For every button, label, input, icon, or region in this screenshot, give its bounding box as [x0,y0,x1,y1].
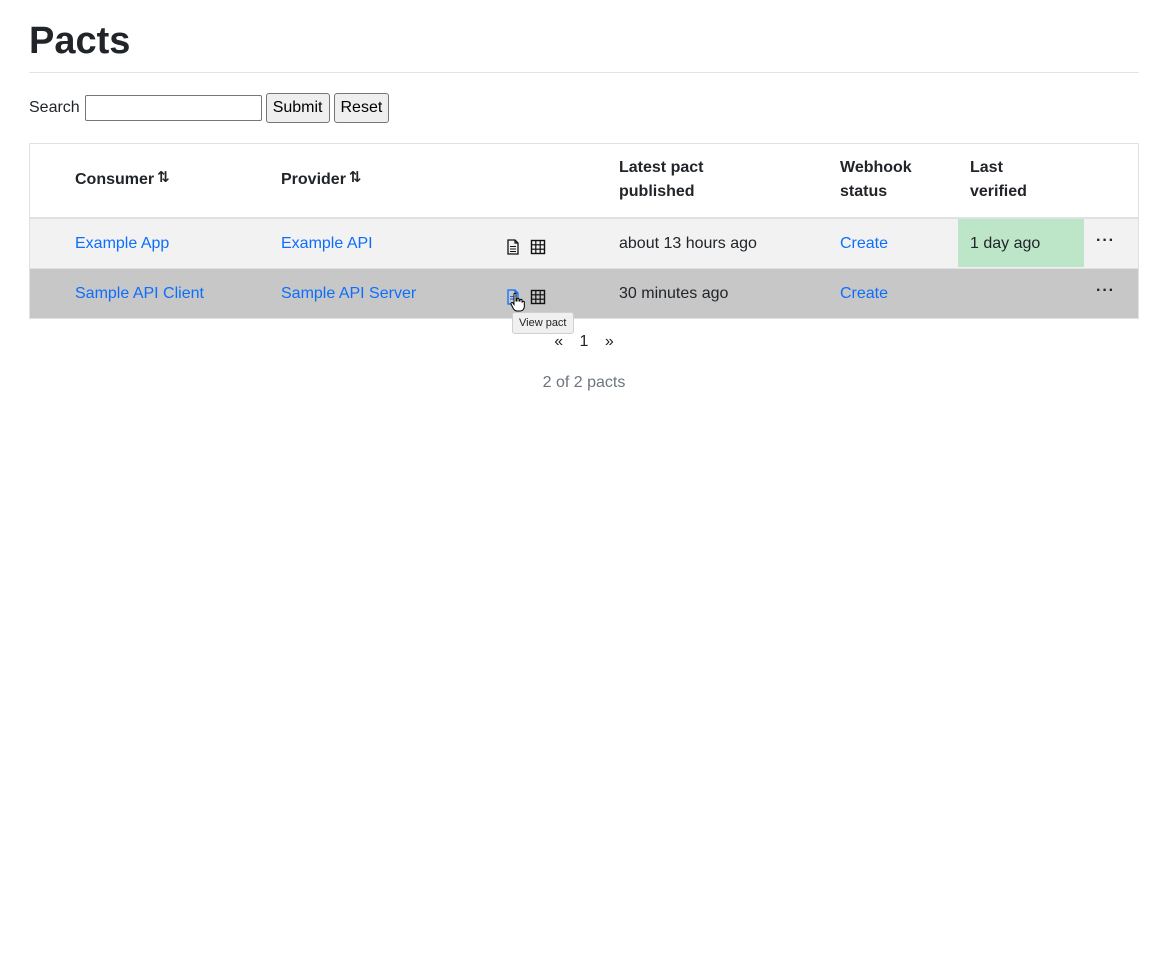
latest-pact-header: Latest pact published [619,156,703,204]
pagination: « 1 » [29,333,1139,351]
webhook-create-link[interactable]: Create [840,269,888,318]
hand-cursor-icon [510,292,525,312]
table-grid-icon[interactable] [530,239,546,255]
search-form: Search Submit Reset [29,93,393,123]
table-row: Sample API Client Sample API Server 30 m… [30,269,1138,318]
search-input[interactable] [84,95,262,121]
page-number[interactable]: 1 [580,333,589,351]
last-verified-header-line1: Last [970,159,1003,176]
more-actions-icon[interactable]: ··· [1096,233,1115,249]
prev-page-button[interactable]: « [554,333,563,351]
sort-icon[interactable]: ⇅ [157,169,170,186]
pacts-table: Consumer ⇅ Provider ⇅ Latest pact publishe… [29,143,1139,319]
next-page-button[interactable]: » [605,333,614,351]
submit-button[interactable]: Submit [265,93,330,123]
provider-link[interactable]: Example API [281,219,373,268]
webhook-status-header: Webhook status [840,156,912,204]
latest-pact-published: about 13 hours ago [619,235,757,252]
latest-pact-header-line1: Latest pact [619,159,704,176]
document-icon[interactable] [505,239,521,255]
results-count: 2 of 2 pacts [542,374,626,391]
last-verified-header: Last verified [970,156,1027,204]
webhook-header-line2: status [840,183,888,200]
title-divider [29,72,1139,73]
last-verified-header-line2: verified [970,183,1027,200]
latest-pact-published: 30 minutes ago [619,285,729,302]
table-row: Example App Example API about 13 hours a… [30,219,1138,269]
view-pact-tooltip: View pact [512,312,574,334]
consumer-link[interactable]: Example App [75,219,169,268]
table-grid-icon[interactable] [530,289,546,305]
webhook-create-link[interactable]: Create [840,219,888,268]
reset-button[interactable]: Reset [333,93,390,123]
consumer-link[interactable]: Sample API Client [75,269,204,318]
provider-header[interactable]: Provider ⇅ [281,168,362,192]
search-label: Search [29,99,80,116]
provider-link[interactable]: Sample API Server [281,269,416,318]
consumer-header[interactable]: Consumer ⇅ [75,168,170,192]
page-title: Pacts [29,20,131,62]
provider-header-label: Provider [281,171,346,188]
sort-icon[interactable]: ⇅ [349,169,362,186]
latest-pact-header-line2: published [619,183,695,200]
webhook-header-line1: Webhook [840,159,912,176]
last-verified-value: 1 day ago [970,235,1041,252]
table-header: Consumer ⇅ Provider ⇅ Latest pact publishe… [30,144,1138,219]
consumer-header-label: Consumer [75,171,155,188]
more-actions-icon[interactable]: ··· [1096,283,1115,299]
